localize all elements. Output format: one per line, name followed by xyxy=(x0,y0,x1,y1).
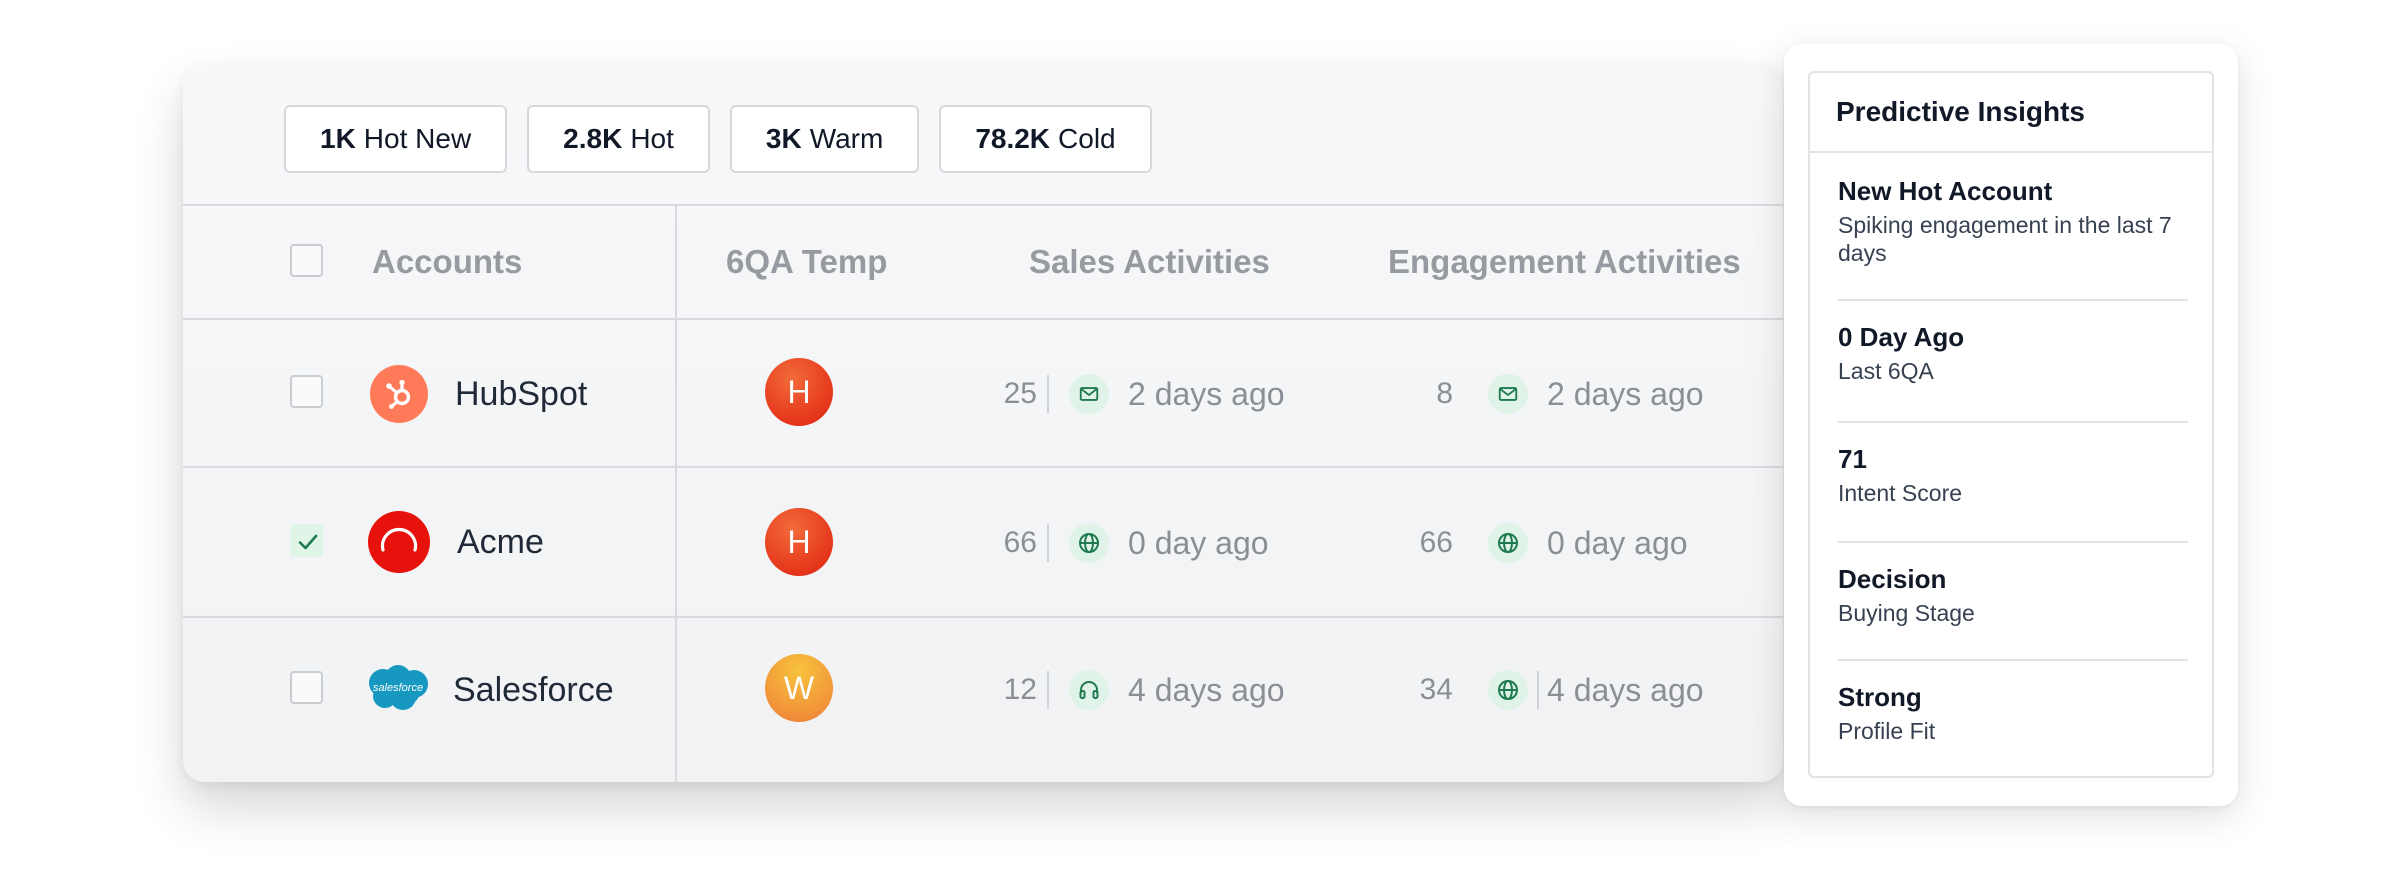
globe-icon xyxy=(1488,670,1528,710)
predictive-insights-panel: Predictive Insights New Hot Account Spik… xyxy=(1784,44,2238,806)
salesforce-logo: salesforce xyxy=(363,661,433,715)
column-header-accounts[interactable]: Accounts xyxy=(372,242,522,282)
mail-icon xyxy=(1069,374,1109,414)
account-name[interactable]: Salesforce xyxy=(453,670,614,710)
filter-hot-new[interactable]: 1K Hot New xyxy=(284,105,508,173)
row-checkbox[interactable] xyxy=(290,524,323,557)
filter-hot[interactable]: 2.8K Hot xyxy=(527,105,710,173)
hubspot-logo xyxy=(370,365,428,423)
divider xyxy=(1838,421,2188,423)
engagement-last-activity: 0 day ago xyxy=(1547,525,1688,561)
salesforce-logo-text: salesforce xyxy=(372,682,424,694)
separator xyxy=(1047,671,1049,709)
globe-icon xyxy=(1069,523,1109,563)
column-header-sales-activities[interactable]: Sales Activities xyxy=(1029,242,1270,282)
filter-label: Cold xyxy=(1058,123,1116,154)
divider xyxy=(1838,541,2188,543)
select-all-checkbox[interactable] xyxy=(290,244,323,277)
column-header-6qa-temp[interactable]: 6QA Temp xyxy=(726,242,887,282)
divider xyxy=(1838,299,2188,301)
filter-count: 3K xyxy=(765,123,802,154)
divider xyxy=(183,204,1783,206)
insight-key: New Hot Account xyxy=(1838,176,2053,206)
headset-icon xyxy=(1069,670,1109,710)
engagement-count: 34 xyxy=(1419,673,1453,706)
column-header-engagement-activities[interactable]: Engagement Activities xyxy=(1388,242,1741,282)
temperature-badge: H xyxy=(765,508,833,576)
insight-value: Last 6QA xyxy=(1838,358,1934,384)
insight-buying-stage: Decision Buying Stage xyxy=(1838,563,2188,627)
temperature-badge: H xyxy=(765,358,833,426)
filter-cold[interactable]: 78.2K Cold xyxy=(939,105,1152,173)
insight-value: Spiking engagement in the last 7 days xyxy=(1838,212,2172,266)
row-checkbox[interactable] xyxy=(290,375,323,408)
insight-key: Strong xyxy=(1838,682,1922,712)
filter-count: 2.8K xyxy=(563,123,623,154)
divider xyxy=(183,318,1783,320)
temperature-badge: W xyxy=(765,654,833,722)
separator xyxy=(1047,375,1049,413)
insights-header: Predictive Insights xyxy=(1810,73,2212,153)
filter-label: Warm xyxy=(809,123,884,154)
insight-value: Buying Stage xyxy=(1838,600,1975,626)
insight-value: Profile Fit xyxy=(1838,718,1936,744)
separator xyxy=(1537,671,1539,709)
accounts-table-card: 1K Hot New 2.8K Hot 3K Warm 78.2K Cold Accou… xyxy=(183,64,1783,782)
sales-count: 25 xyxy=(1003,377,1037,410)
mail-icon xyxy=(1488,374,1528,414)
account-name[interactable]: HubSpot xyxy=(455,374,587,414)
filter-count: 1K xyxy=(320,123,356,154)
globe-icon xyxy=(1488,523,1528,563)
divider xyxy=(183,616,1783,618)
acme-logo xyxy=(368,511,430,573)
insight-key: Decision xyxy=(1838,564,1947,594)
sales-count: 12 xyxy=(1003,673,1037,706)
temperature-filters: 1K Hot New 2.8K Hot 3K Warm 78.2K Cold xyxy=(284,105,1152,173)
account-name[interactable]: Acme xyxy=(457,522,544,562)
insight-key: 71 xyxy=(1838,444,1867,474)
filter-label: Hot xyxy=(630,123,674,154)
engagement-count: 66 xyxy=(1419,526,1453,559)
insights-title: Predictive Insights xyxy=(1836,96,2085,127)
insight-key: 0 Day Ago xyxy=(1838,322,1965,352)
sales-last-activity: 2 days ago xyxy=(1128,376,1285,412)
insights-card: Predictive Insights New Hot Account Spik… xyxy=(1808,71,2214,778)
sales-last-activity: 4 days ago xyxy=(1128,672,1285,708)
engagement-last-activity: 2 days ago xyxy=(1547,376,1704,412)
insight-profile-fit: Strong Profile Fit xyxy=(1838,681,2188,745)
sales-last-activity: 0 day ago xyxy=(1128,525,1269,561)
separator xyxy=(1047,524,1049,562)
insight-intent-score: 71 Intent Score xyxy=(1838,443,2188,507)
filter-warm[interactable]: 3K Warm xyxy=(729,105,920,173)
insight-new-hot-account: New Hot Account Spiking engagement in th… xyxy=(1838,175,2188,267)
insight-last-6qa: 0 Day Ago Last 6QA xyxy=(1838,321,2188,385)
filter-label: Hot New xyxy=(363,123,472,154)
divider xyxy=(1838,659,2188,661)
divider xyxy=(183,466,1783,468)
engagement-last-activity: 4 days ago xyxy=(1547,672,1704,708)
filter-count: 78.2K xyxy=(975,123,1051,154)
sales-count: 66 xyxy=(1003,526,1037,559)
column-divider xyxy=(675,204,677,782)
insight-value: Intent Score xyxy=(1838,480,1963,506)
row-checkbox[interactable] xyxy=(290,671,323,704)
engagement-count: 8 xyxy=(1436,377,1453,410)
